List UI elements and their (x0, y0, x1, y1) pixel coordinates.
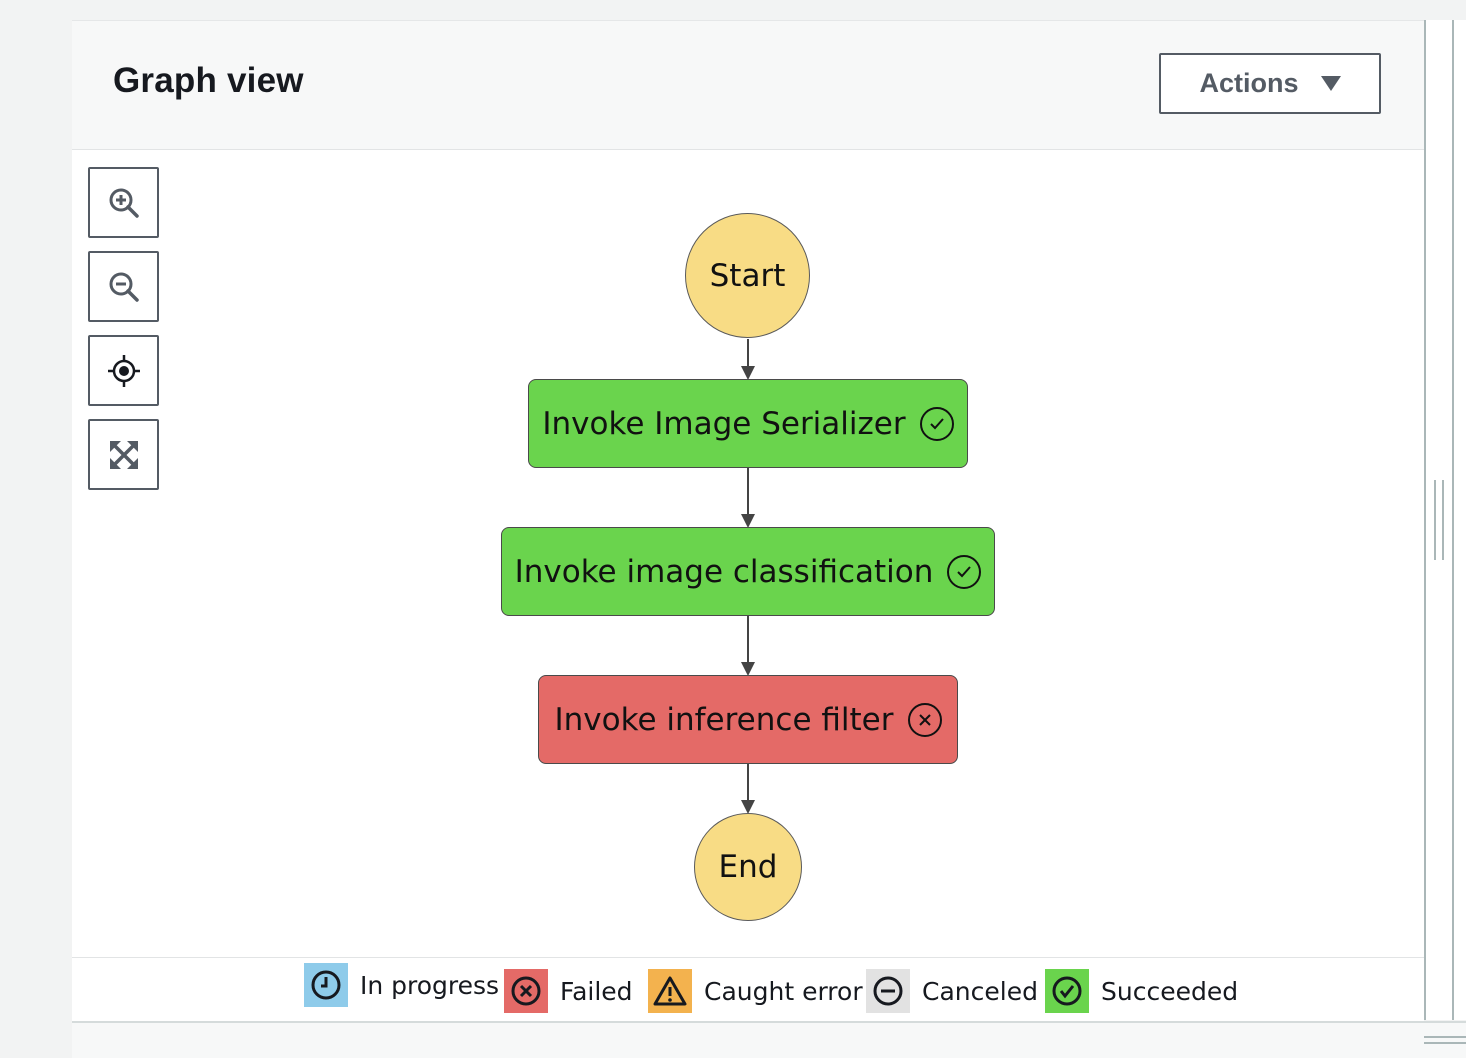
start-node-label: Start (709, 257, 786, 294)
legend-item-caught-error: Caught error (648, 969, 863, 1013)
fit-to-screen-icon (109, 440, 138, 469)
state-node-invoke-image-classification[interactable]: Invoke image classification (501, 527, 995, 616)
zoom-in-button[interactable] (88, 167, 159, 238)
check-circle-icon (919, 406, 954, 441)
legend-label: Canceled (922, 976, 1038, 1006)
legend-label: In progress (360, 970, 500, 1000)
end-node-label: End (718, 849, 778, 885)
minus-circle-icon (866, 969, 910, 1013)
caret-down-icon (1320, 76, 1341, 91)
legend-label: Caught error (704, 976, 863, 1006)
legend-label: Succeeded (1101, 976, 1239, 1006)
state-node-label: Invoke image classification (514, 553, 934, 590)
right-panel-border (1452, 20, 1454, 1020)
horizontal-resize-handle[interactable] (1424, 1036, 1466, 1044)
panel-header: Graph view Actions (72, 21, 1424, 150)
vertical-resize-handle[interactable] (1434, 480, 1444, 560)
zoom-out-icon (109, 272, 139, 302)
check-circle-icon (947, 554, 982, 589)
state-node-invoke-image-serializer[interactable]: Invoke Image Serializer (528, 379, 968, 468)
bottom-pane-divider (72, 1021, 1466, 1058)
start-node[interactable]: Start (685, 213, 810, 338)
page-title: Graph view (113, 61, 304, 100)
clock-icon (304, 963, 348, 1007)
legend-item-canceled: Canceled (866, 969, 1038, 1013)
legend-item-in-progress: In progress (304, 963, 499, 1007)
state-node-label: Invoke Image Serializer (542, 405, 906, 442)
center-graph-button[interactable] (88, 335, 159, 406)
x-circle-icon (504, 969, 548, 1013)
center-icon (107, 354, 140, 387)
state-node-invoke-inference-filter[interactable]: Invoke inference filter (538, 675, 958, 764)
right-side-panel (1424, 20, 1466, 1020)
actions-button-label: Actions (1199, 68, 1299, 98)
actions-button[interactable]: Actions (1159, 53, 1381, 114)
check-circle-icon (1045, 969, 1089, 1013)
end-node[interactable]: End (694, 813, 802, 921)
x-circle-icon (907, 702, 942, 737)
state-node-label: Invoke inference filter (554, 701, 894, 738)
legend-item-succeeded: Succeeded (1045, 969, 1238, 1013)
warning-icon (648, 969, 692, 1013)
legend-label: Failed (560, 976, 633, 1006)
zoom-out-button[interactable] (88, 251, 159, 322)
fit-to-screen-button[interactable] (88, 419, 159, 490)
legend-item-failed: Failed (504, 969, 633, 1013)
zoom-in-icon (109, 188, 139, 218)
